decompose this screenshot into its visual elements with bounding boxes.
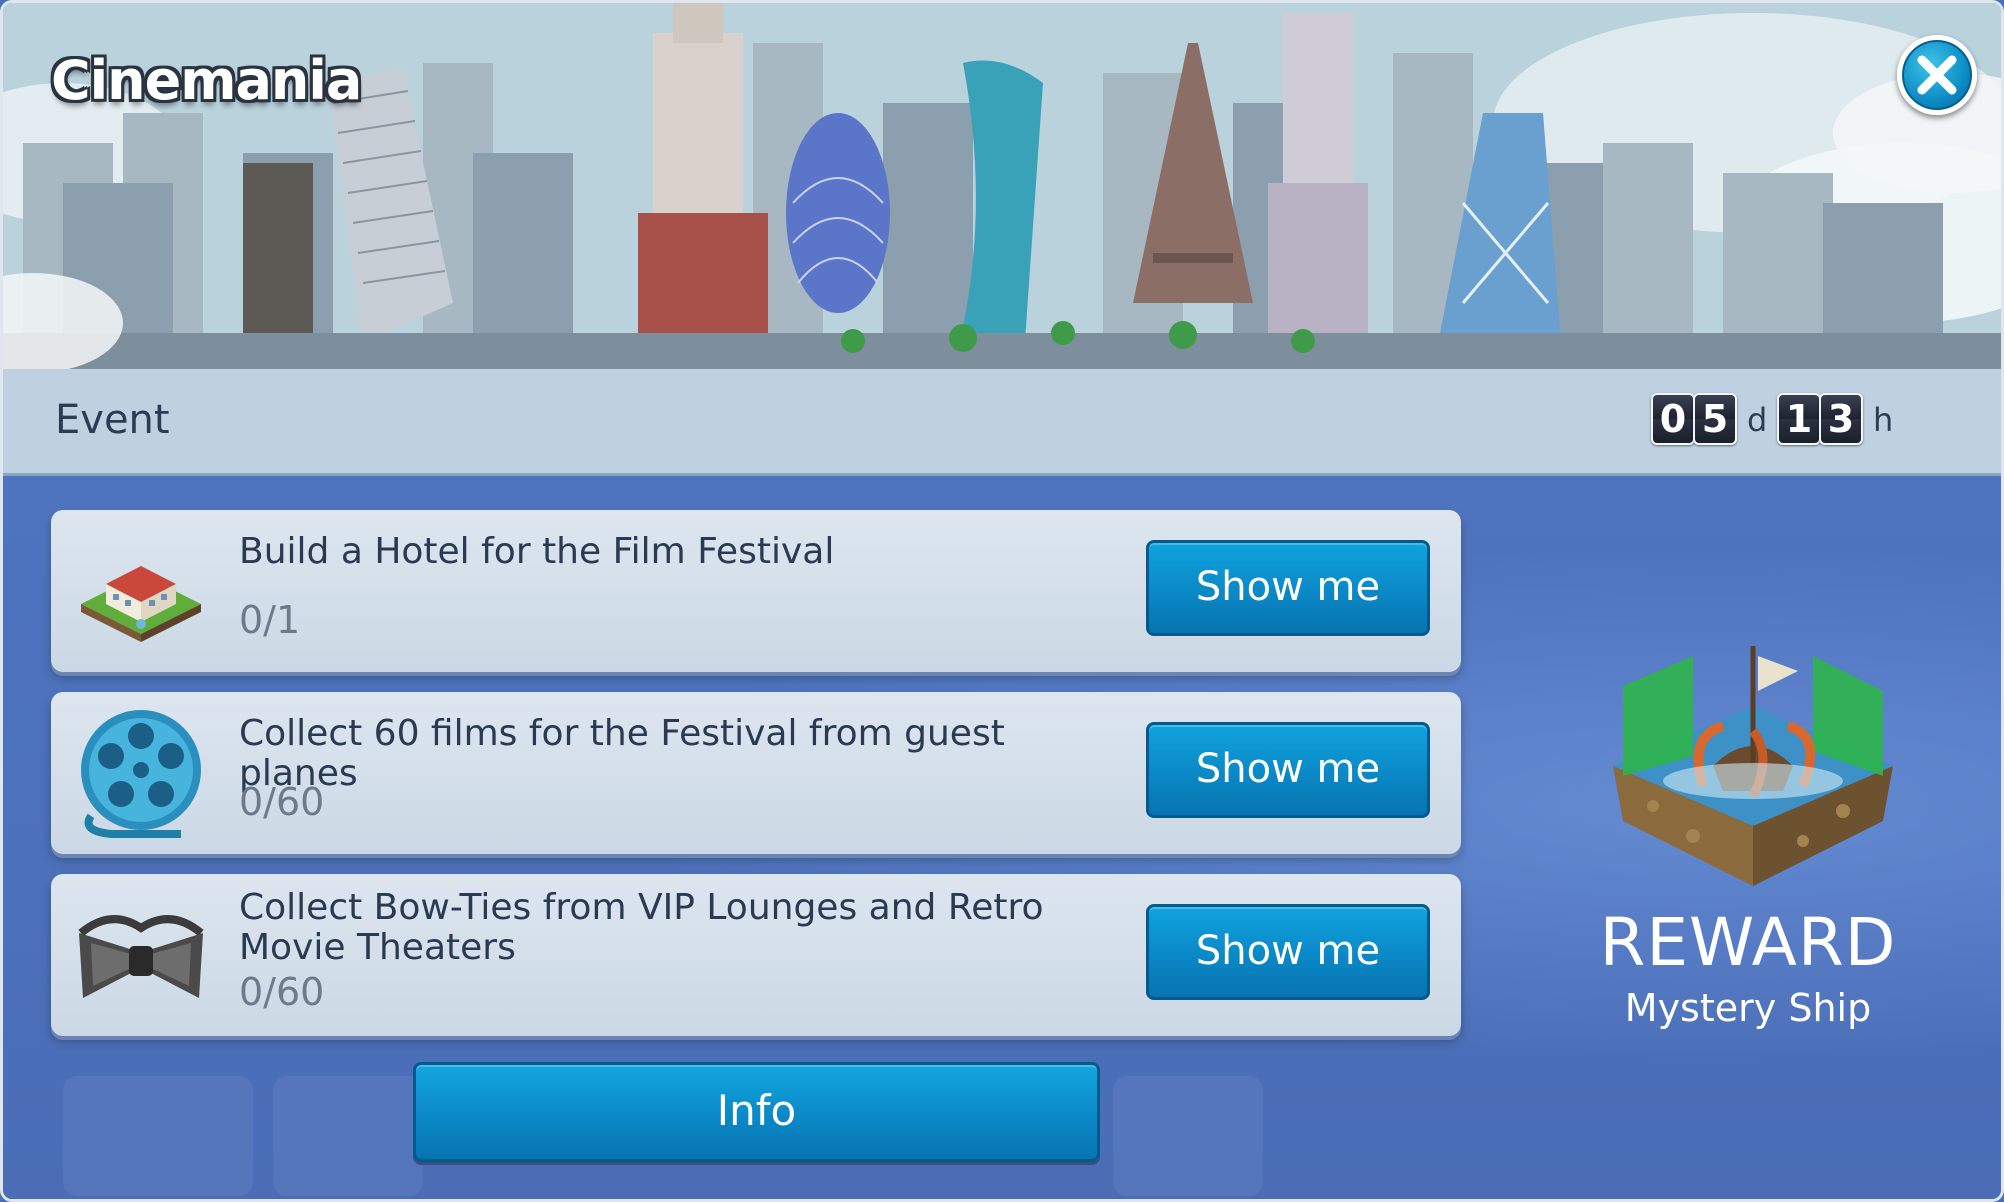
event-header: Event 0 5 d 1 3 h [3,369,2001,476]
background-slot [63,1076,253,1196]
bow-tie-icon [78,915,204,998]
close-button[interactable] [1897,35,1977,115]
task-progress: 0/60 [239,970,325,1014]
task-card: Collect 60 films for the Festival from g… [51,692,1461,854]
event-body: Build a Hotel for the Film Festival 0/1 … [3,476,2001,1199]
timer-digit: 5 [1693,393,1737,445]
timer-digit: 1 [1777,393,1821,445]
timer-digit: 3 [1819,393,1863,445]
task-card: Collect Bow-Ties from VIP Lounges and Re… [51,874,1461,1036]
task-title: Build a Hotel for the Film Festival [239,531,835,572]
film-reel-icon [81,710,201,838]
timer-hours-unit: h [1873,401,1894,439]
task-card: Build a Hotel for the Film Festival 0/1 … [51,510,1461,672]
task-progress: 0/1 [239,598,301,642]
event-title: Cinemania [51,49,362,112]
hotel-icon [81,566,201,642]
reward-name: Mystery Ship [1624,986,1872,1030]
info-button[interactable]: Info [413,1062,1100,1162]
background-slot [273,1076,423,1196]
show-me-button[interactable]: Show me [1146,540,1430,636]
city-banner: Cinemania [3,3,2001,369]
timer-digit: 0 [1651,393,1695,445]
mystery-ship-icon [1613,646,1893,886]
task-title: Collect 60 films for the Festival from g… [239,713,1005,794]
close-icon [1917,55,1957,95]
task-progress: 0/60 [239,780,325,824]
event-label: Event [55,397,170,443]
show-me-button[interactable]: Show me [1146,722,1430,818]
task-title: Collect Bow-Ties from VIP Lounges and Re… [239,887,1044,968]
reward-label: REWARD [1599,904,1897,981]
event-dialog: Cinemania Event 0 5 d 1 3 h Build a Hote… [0,0,2004,1202]
timer-days-unit: d [1747,401,1768,439]
background-slot [1113,1076,1263,1196]
show-me-button[interactable]: Show me [1146,904,1430,1000]
